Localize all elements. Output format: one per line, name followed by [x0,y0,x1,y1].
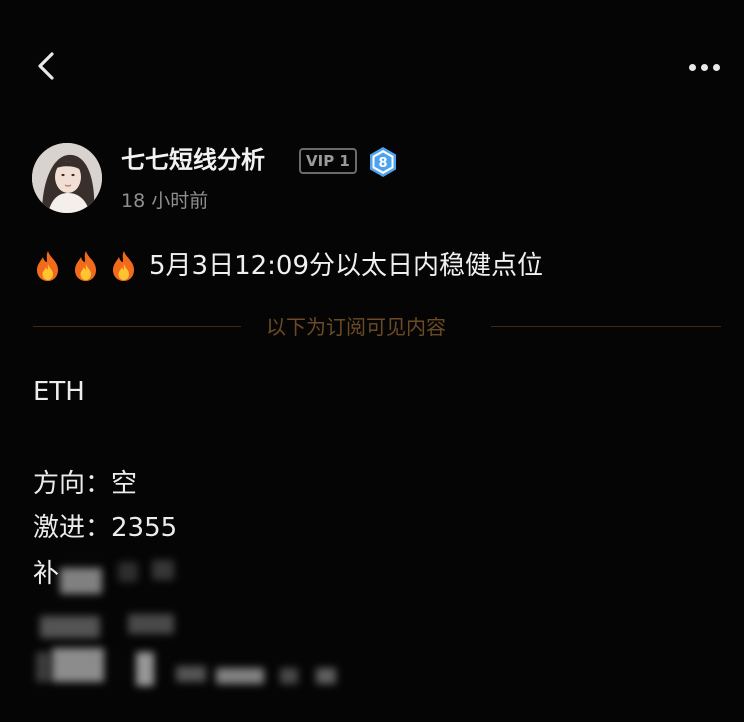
divider-line-left [33,326,241,327]
blur-block [60,568,102,594]
blurred-hidden-content [0,540,744,720]
blur-block [280,668,298,684]
level-badge: 8 [367,146,399,178]
blur-block [152,560,174,580]
subscriber-only-label: 以下为订阅可见内容 [266,315,446,339]
headline-text: 5月3日12:09分以太日内稳健点位 [149,251,544,281]
blur-block [316,668,336,684]
level-number: 8 [378,156,387,171]
direction-line: 方向：空 [33,469,138,499]
avatar[interactable] [32,143,102,213]
top-bar [0,0,744,130]
subscriber-divider: 以下为订阅可见内容 [33,312,721,342]
hexagon-level-icon: 8 [370,147,396,177]
blur-block [136,652,154,686]
post-headline: 5月3日12:09分以太日内稳健点位 [33,246,543,286]
avatar-image [32,143,102,213]
post-timestamp: 18 小时前 [121,190,209,212]
more-dots-icon [688,63,696,71]
chevron-left-icon [38,52,54,80]
more-dot [712,63,720,71]
more-options-button[interactable] [682,50,726,84]
fire-icon [109,250,139,282]
fire-icon [71,250,101,282]
blur-block [118,562,138,582]
blur-block [128,614,174,634]
blur-block [40,616,100,638]
blur-block [36,652,50,682]
author-name[interactable]: 七七短线分析 [121,144,265,176]
fire-icon [33,250,63,282]
vip-badge: VIP 1 [299,148,357,174]
blur-block [52,648,104,682]
blur-block [216,668,264,684]
blur-block [176,666,206,682]
back-button[interactable] [30,48,66,84]
more-dot [700,63,708,71]
divider-line-right [491,326,721,327]
symbol-line: ETH [33,377,85,407]
